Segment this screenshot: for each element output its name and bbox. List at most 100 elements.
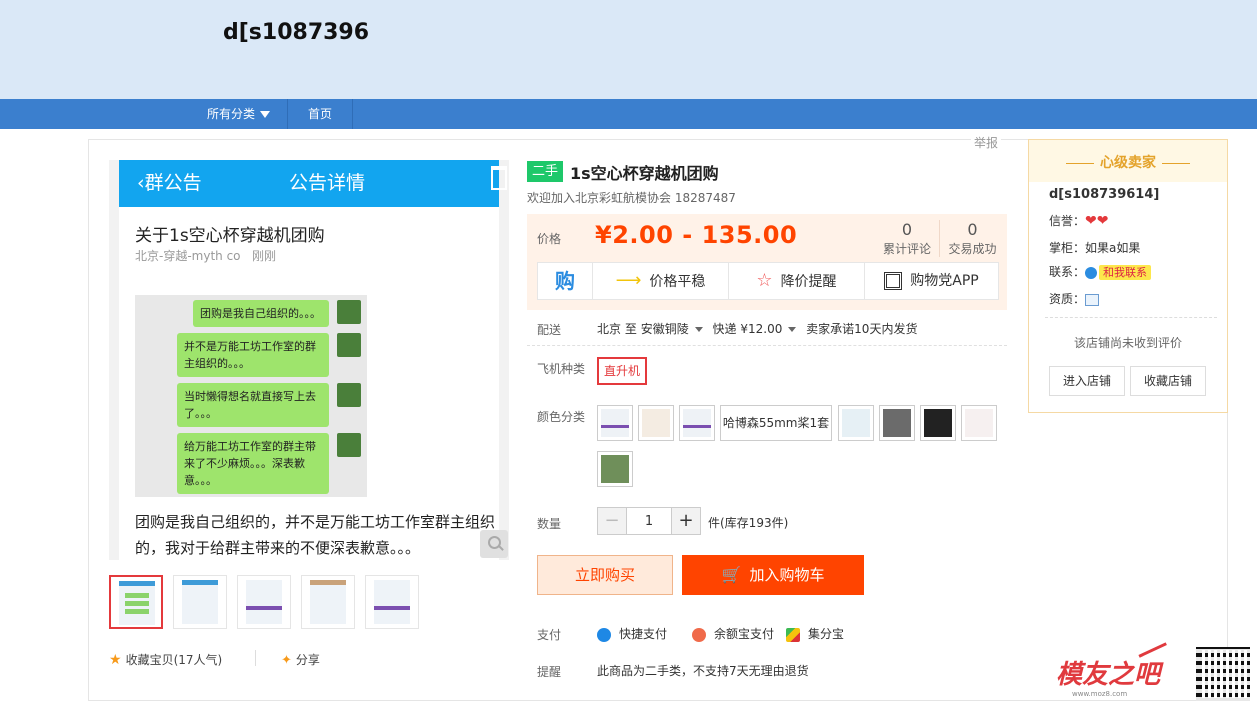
thumbnail-4[interactable] [301,575,355,629]
thumbnail-5[interactable] [365,575,419,629]
share-button[interactable]: ✦ 分享 [281,651,320,668]
seller-name[interactable]: d[s108739614] [1049,187,1159,202]
reminder-text: 此商品为二手类，不支持7天无理由退货 [597,664,809,678]
price-value: ¥2.00 - 135.00 [595,221,798,249]
notice-time: 刚刚 [251,249,276,263]
color-swatch[interactable] [838,405,874,441]
divider [527,345,1007,346]
favorite-item[interactable]: ★ 收藏宝贝(17人气) [109,651,222,668]
quantity-input[interactable] [626,508,672,534]
notice-body: 团购是我自己组织的，并不是万能工坊工作室群主组织的，我对于给群主带来的不便深表歉… [135,513,496,557]
chat-icon [1085,266,1098,279]
avatar [337,333,361,357]
contact-label: 联系： [1049,265,1086,279]
price-alert-label: 降价提醒 [780,274,837,290]
share-label: 分享 [295,653,320,667]
main-product-image[interactable]: ‹群公告 公告详情 关于1s空心杯穿越机团购 北京-穿越-myth co 刚刚 … [109,160,509,560]
deals-count: 0 [967,220,978,239]
shop-title[interactable]: d[s1087396 [223,20,369,45]
thumbnail-1[interactable] [109,575,163,629]
notice-card: 关于1s空心杯穿越机团购 北京-穿越-myth co 刚刚 团购是我自己组织的。… [119,207,499,560]
color-swatch[interactable] [638,405,674,441]
quantity-plus-button[interactable]: + [672,508,700,534]
product-title: 1s空心杯穿越机团购 [570,164,719,183]
add-to-cart-button[interactable]: 🛒 加入购物车 [682,555,864,595]
shop-nav: 所有分类 首页 [0,99,1257,129]
chat-screenshot: 团购是我自己组织的。。。 并不是万能工坊工作室的群主组织的。。。 当时懒得想名就… [135,295,367,497]
quantity-stepper: − + [597,507,701,535]
phone-back: ‹群公告 [137,172,202,194]
quantity-label: 数量 [537,517,562,531]
favorite-store-button[interactable]: 收藏店铺 [1130,366,1206,396]
seller-header: 心级卖家 [1029,140,1227,182]
seller-card: 心级卖家 d[s108739614] 信誉：❤❤ 掌柜：如果a如果 联系： 和我联… [1028,139,1228,413]
quantity-minus-button[interactable]: − [598,508,626,534]
color-option-text[interactable]: 哈博森55mm桨1套 [720,405,832,441]
quickpay-icon [597,627,611,642]
avatar [337,383,361,407]
color-swatch[interactable] [879,405,915,441]
divider [1045,317,1217,318]
ship-method-select[interactable]: 快递 ¥12.00 [713,322,803,336]
payment-method-label: 集分宝 [808,627,845,641]
ship-method: 快递 ¥12.00 [712,322,783,336]
share-icon: ✦ [281,653,292,668]
price-alert-button[interactable]: ☆ 降价提醒 [728,263,864,299]
color-label: 颜色分类 [537,410,586,424]
caret-down-icon [694,327,703,332]
watermark-url: www.moz8.com [1072,690,1128,698]
color-swatch[interactable] [597,451,633,487]
color-swatch[interactable] [597,405,633,441]
nav-all-categories[interactable]: 所有分类 [190,99,288,129]
favorite-label: 收藏宝贝 [125,653,174,667]
reviews-stat[interactable]: 0 累计评论 [875,220,939,257]
color-swatch[interactable] [920,405,956,441]
used-badge: 二手 [527,161,564,182]
thumbnail-3[interactable] [237,575,291,629]
payment-method-label: 余额宝支付 [714,627,775,641]
payment-jifenbao: 集分宝 [786,625,844,642]
nav-home[interactable]: 首页 [288,99,353,129]
watermark-logo: 模友之吧 [1056,660,1161,690]
contact-button[interactable]: 和我联系 [1099,265,1152,280]
zoom-icon[interactable] [480,530,508,558]
phone-back-label: 群公告 [144,172,202,194]
price-stable-button[interactable]: ⟶ 价格平稳 [592,263,728,299]
star-outline-icon: ☆ [756,270,773,291]
enter-store-button[interactable]: 进入店铺 [1049,366,1125,396]
heart-icon: ❤❤ [1085,213,1109,229]
keeper-label: 掌柜： [1049,241,1086,255]
caret-down-icon [260,111,270,118]
yuebao-icon [692,627,706,642]
avatar [337,433,361,457]
deals-label: 交易成功 [948,242,997,256]
color-swatch[interactable] [961,405,997,441]
seller-level: 心级卖家 [1029,152,1227,172]
ship-to-word: 至 [624,322,637,336]
payment-yuebao: 余额宝支付 [692,625,774,642]
buy-now-button[interactable]: 立即购买 [537,555,673,595]
license-icon[interactable] [1085,293,1100,306]
ship-to-select[interactable]: 安徽铜陵 [641,322,709,336]
keeper-name: 如果a如果 [1085,241,1141,255]
shipping-row: 北京 至 安徽铜陵 快递 ¥12.00 卖家承诺10天内发货 [597,320,917,337]
color-swatch[interactable] [679,405,715,441]
deals-stat: 0 交易成功 [939,220,1005,257]
caret-down-icon [788,327,797,332]
cart-icon: 🛒 [721,565,742,584]
seller-license: 资质： [1049,290,1100,307]
thumbnail-2[interactable] [173,575,227,629]
aircraft-type-label: 飞机种类 [537,362,586,376]
price-stable-label: 价格平稳 [649,274,706,290]
nav-all-categories-label: 所有分类 [206,107,255,121]
chat-bubble: 团购是我自己组织的。。。 [193,300,329,327]
add-to-cart-label: 加入购物车 [749,566,825,584]
stock-info: 件(库存193件) [708,516,789,530]
license-label: 资质： [1049,292,1086,306]
notice-author: 北京-穿越-myth co [135,249,241,263]
reviews-label: 累计评论 [882,242,931,256]
app-button[interactable]: 购物党APP [864,263,998,299]
aircraft-type-option[interactable]: 直升机 [597,357,647,385]
payment-method-label: 快捷支付 [619,627,668,641]
report-link[interactable]: 举报 [971,134,1002,151]
